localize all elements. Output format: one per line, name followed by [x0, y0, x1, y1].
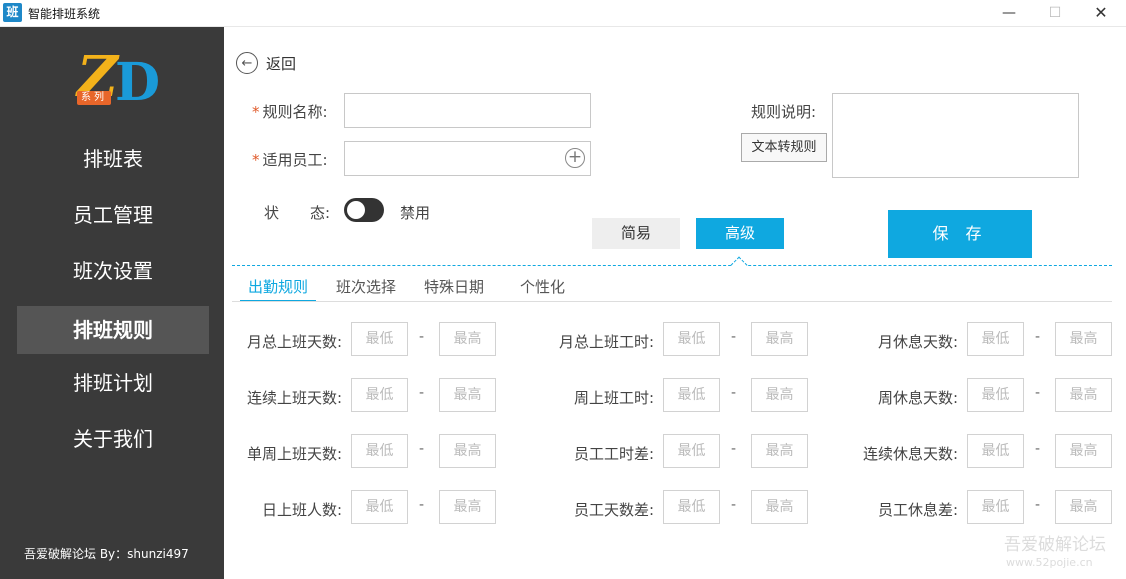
save-button[interactable]: 保 存: [888, 210, 1032, 258]
field-label: 月休息天数:: [877, 333, 958, 351]
min-input[interactable]: 最低: [351, 378, 408, 412]
range-separator: -: [419, 497, 425, 513]
max-input[interactable]: 最高: [1055, 434, 1112, 468]
min-input[interactable]: 最低: [663, 322, 720, 356]
min-input[interactable]: 最低: [967, 322, 1024, 356]
required-mark: *: [252, 103, 260, 121]
tab-underline: [232, 301, 1112, 302]
footer-credit: 吾爱破解论坛 By：shunzi497: [24, 547, 189, 561]
back-button[interactable]: ← 返回: [236, 52, 296, 74]
range-separator: -: [731, 385, 737, 401]
field-label: 月总上班工时:: [558, 333, 654, 351]
max-input[interactable]: 最高: [439, 378, 496, 412]
min-input[interactable]: 最低: [967, 378, 1024, 412]
sidebar-item-about[interactable]: 关于我们: [17, 415, 209, 463]
watermark-text: 吾爱破解论坛: [1004, 535, 1106, 555]
sidebar-item-rules[interactable]: 排班规则: [17, 306, 209, 354]
watermark-url: www.52pojie.cn: [1006, 556, 1093, 569]
status-label-part2: 态:: [310, 204, 331, 222]
rule-name-label-text: 规则名称:: [262, 103, 328, 121]
max-input[interactable]: 最高: [751, 322, 808, 356]
max-input[interactable]: 最高: [439, 434, 496, 468]
range-separator: -: [1035, 497, 1041, 513]
logo-d: D: [115, 52, 161, 113]
back-arrow-icon: ←: [236, 52, 258, 74]
tab-attendance-rules[interactable]: 出勤规则: [240, 276, 317, 302]
employees-input[interactable]: +: [344, 141, 591, 176]
max-input[interactable]: 最高: [751, 490, 808, 524]
range-separator: -: [731, 329, 737, 345]
mode-simple-button[interactable]: 简易: [592, 218, 680, 249]
tab-shift-selection[interactable]: 班次选择: [336, 276, 396, 302]
maximize-button[interactable]: ☐: [1032, 0, 1078, 27]
status-toggle[interactable]: [344, 198, 384, 222]
toggle-knob: [347, 201, 365, 219]
divider-notch: [730, 256, 748, 274]
min-input[interactable]: 最低: [967, 490, 1024, 524]
range-separator: -: [731, 497, 737, 513]
range-separator: -: [1035, 329, 1041, 345]
mode-advanced-button[interactable]: 高级: [696, 218, 784, 249]
range-separator: -: [419, 329, 425, 345]
field-label: 员工工时差:: [573, 445, 654, 463]
status-label-part1: 状: [264, 204, 280, 222]
range-separator: -: [1035, 385, 1041, 401]
required-mark: *: [252, 151, 260, 169]
max-input[interactable]: 最高: [751, 434, 808, 468]
max-input[interactable]: 最高: [439, 322, 496, 356]
field-label: 周休息天数:: [877, 389, 958, 407]
close-button[interactable]: ✕: [1078, 0, 1124, 27]
min-input[interactable]: 最低: [663, 434, 720, 468]
max-input[interactable]: 最高: [1055, 322, 1112, 356]
field-label: 连续上班天数:: [246, 389, 342, 407]
field-label: 月总上班天数:: [246, 333, 342, 351]
status-value: 禁用: [400, 204, 431, 222]
range-separator: -: [1035, 441, 1041, 457]
range-separator: -: [419, 385, 425, 401]
sidebar: Z D 系列 排班表 员工管理 班次设置 排班规则 排班计划 关于我们 吾爱破解…: [0, 27, 224, 579]
field-label: 日上班人数:: [261, 501, 342, 519]
sidebar-item-schedule[interactable]: 排班表: [17, 135, 209, 183]
field-label: 员工天数差:: [573, 501, 654, 519]
app-logo: Z D 系列: [75, 47, 165, 117]
add-employee-icon[interactable]: +: [565, 148, 585, 168]
description-label: 规则说明:: [751, 103, 817, 121]
rule-name-label: * 规则名称:: [252, 101, 328, 122]
field-label: 单周上班天数:: [246, 445, 342, 463]
max-input[interactable]: 最高: [751, 378, 808, 412]
rule-name-input[interactable]: [344, 93, 591, 128]
back-label: 返回: [266, 54, 297, 73]
title-bar: 班 智能排班系统 — ☐ ✕: [0, 0, 1126, 27]
min-input[interactable]: 最低: [351, 490, 408, 524]
max-input[interactable]: 最高: [1055, 490, 1112, 524]
min-input[interactable]: 最低: [351, 434, 408, 468]
min-input[interactable]: 最低: [663, 378, 720, 412]
main-panel: ← 返回 * 规则名称: * 适用员工: + 规则说明: 文本转规则 状 态: 禁用…: [224, 27, 1126, 579]
dashed-divider: [232, 265, 1112, 266]
field-label: 周上班工时:: [573, 389, 654, 407]
min-input[interactable]: 最低: [967, 434, 1024, 468]
tab-personalization[interactable]: 个性化: [520, 276, 565, 302]
description-textarea[interactable]: [832, 93, 1079, 178]
logo-tag: 系列: [77, 91, 111, 105]
field-label: 员工休息差:: [877, 501, 958, 519]
text-to-rule-button[interactable]: 文本转规则: [741, 133, 827, 162]
max-input[interactable]: 最高: [1055, 378, 1112, 412]
max-input[interactable]: 最高: [439, 490, 496, 524]
min-input[interactable]: 最低: [663, 490, 720, 524]
app-icon: 班: [3, 3, 22, 22]
tab-special-dates[interactable]: 特殊日期: [424, 276, 484, 302]
range-separator: -: [419, 441, 425, 457]
field-label: 连续休息天数:: [862, 445, 958, 463]
sidebar-item-plan[interactable]: 排班计划: [17, 359, 209, 407]
sidebar-item-staff[interactable]: 员工管理: [17, 191, 209, 239]
min-input[interactable]: 最低: [351, 322, 408, 356]
window-title: 智能排班系统: [28, 7, 101, 21]
range-separator: -: [731, 441, 737, 457]
employees-label: * 适用员工:: [252, 149, 328, 170]
minimize-button[interactable]: —: [986, 0, 1032, 27]
employees-label-text: 适用员工:: [262, 151, 328, 169]
sidebar-item-shifts[interactable]: 班次设置: [17, 247, 209, 295]
